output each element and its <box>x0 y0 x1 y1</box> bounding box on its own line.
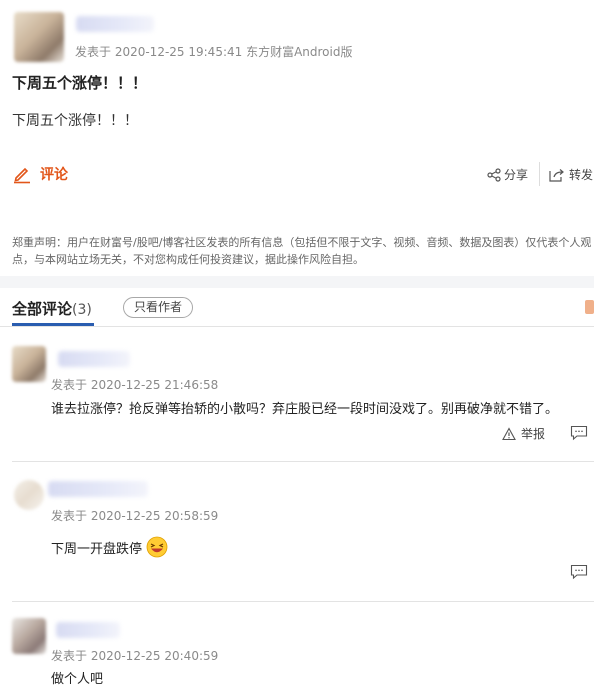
comment-author-name[interactable] <box>56 622 120 638</box>
comment-divider <box>12 461 594 462</box>
tab-all-comments-label: 全部评论 <box>12 300 73 318</box>
comment-count: (3) <box>72 302 92 318</box>
forward-icon <box>549 167 565 182</box>
reply-icon[interactable] <box>570 564 588 580</box>
section-separator <box>0 276 594 288</box>
action-divider <box>539 162 540 186</box>
comment-avatar[interactable] <box>12 618 46 654</box>
tab-all-comments[interactable]: 全部评论(3) <box>12 298 92 319</box>
report-label: 举报 <box>521 426 546 441</box>
comment-text-value: 下周一开盘跌停 <box>51 541 143 557</box>
post-author-name[interactable] <box>76 16 154 32</box>
forward-label: 转发 <box>569 167 594 182</box>
comment-meta: 发表于 2020-12-25 20:58:59 <box>51 509 219 523</box>
author-only-toggle[interactable]: 只看作者 <box>123 297 193 318</box>
post-meta: 发表于 2020-12-25 19:45:41 东方财富Android版 <box>75 45 353 59</box>
pencil-icon <box>12 164 32 184</box>
disclaimer: 郑重声明：用户在财富号/股吧/博客社区发表的所有信息（包括但不限于文字、视频、音… <box>12 236 592 266</box>
comment-avatar[interactable] <box>14 480 44 510</box>
sort-indicator[interactable] <box>585 300 594 314</box>
comment-author-name[interactable] <box>48 481 148 497</box>
forward-button[interactable]: 转发 <box>549 164 593 184</box>
comment-text: 做个人吧 <box>51 672 104 687</box>
share-button[interactable]: 分享 <box>487 164 528 184</box>
warning-icon <box>502 426 516 441</box>
post-author-avatar[interactable] <box>14 12 64 62</box>
reply-icon[interactable] <box>570 425 588 441</box>
comment-text: 下周一开盘跌停 <box>51 536 168 558</box>
comment-author-name[interactable] <box>58 351 130 367</box>
comment-text: 谁去拉涨停？抢反弹等抬轿的小散吗？弃庄股已经一段时间没戏了。别再破净就不错了。 <box>51 402 559 417</box>
report-button[interactable]: 举报 <box>502 424 545 442</box>
share-label: 分享 <box>504 167 529 182</box>
share-icon <box>487 167 501 182</box>
comment-label: 评论 <box>40 167 68 183</box>
comment-divider <box>12 601 594 602</box>
laughing-emoji-icon <box>146 536 168 558</box>
post-title: 下周五个涨停！！！ <box>12 74 148 92</box>
comment-avatar[interactable] <box>12 346 46 382</box>
comment-meta: 发表于 2020-12-25 21:46:58 <box>51 378 219 392</box>
comment-meta: 发表于 2020-12-25 20:40:59 <box>51 649 219 663</box>
comment-button[interactable]: 评论 <box>12 162 68 186</box>
post-body: 下周五个涨停！！！ <box>12 113 138 129</box>
header-divider <box>0 326 594 327</box>
